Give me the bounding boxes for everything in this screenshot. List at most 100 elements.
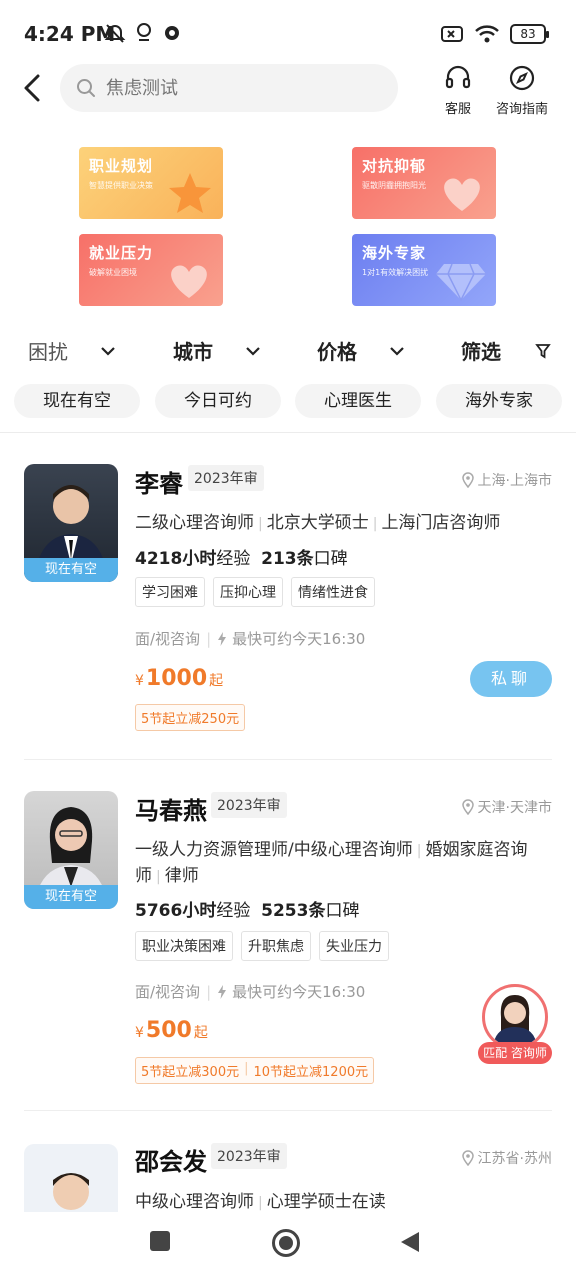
discount-text: 10节起立减1200元 xyxy=(253,1065,369,1080)
chevron-down-icon xyxy=(390,346,404,356)
chip-overseas[interactable]: 海外专家 xyxy=(436,384,562,418)
counselor-name: 李睿 xyxy=(135,470,183,498)
headset-icon xyxy=(445,65,471,89)
location-pin-icon xyxy=(461,1150,474,1166)
discount-text: 5节起立减300元 xyxy=(141,1065,240,1080)
banner-overseas-experts[interactable]: 海外专家 1对1有效解决困扰 xyxy=(352,234,496,306)
banner-career-planning[interactable]: 职业规划 智慧提供职业决策 xyxy=(79,147,223,219)
availability-badge: 现在有空 xyxy=(24,885,118,909)
price-suffix: 起 xyxy=(209,673,224,689)
filter-label: 城市 xyxy=(173,340,213,364)
circle-icon xyxy=(272,1229,300,1257)
chip-available-now[interactable]: 现在有空 xyxy=(14,384,140,418)
system-nav-bar xyxy=(0,1212,576,1280)
consult-guide-label: 咨询指南 xyxy=(496,102,549,117)
qualification: 一级人力资源管理师/中级心理咨询师 xyxy=(135,840,413,860)
avatar xyxy=(24,1144,118,1212)
filter-label: 困扰 xyxy=(28,340,68,364)
reviews-value: 5253条 xyxy=(261,901,326,921)
chip-today[interactable]: 今日可约 xyxy=(155,384,281,418)
location-icon xyxy=(137,23,151,41)
star-icon xyxy=(169,173,211,213)
consult-mode: 面/视咨询 | 最快可约今天16:30 xyxy=(135,982,366,1002)
tag: 职业决策困难 xyxy=(135,931,233,961)
filter-label: 筛选 xyxy=(461,340,501,364)
home-button[interactable] xyxy=(271,1228,301,1262)
mode-text: 面/视咨询 xyxy=(135,630,201,648)
stats: 4218小时经验 213条口碑 xyxy=(135,544,348,569)
counselor-card[interactable]: 现在有空 李睿 2023年审 上海·上海市 二级心理咨询师 | 北京大学硕士 | 上海门… xyxy=(0,440,576,760)
tag: 失业压力 xyxy=(319,931,389,961)
counselor-card[interactable]: 邵会发 2023年审 江苏省·苏州 中级心理咨询师 | 心理学硕士在读 xyxy=(0,1118,576,1212)
location-text: 江苏省·苏州 xyxy=(477,1151,552,1167)
search-bar[interactable] xyxy=(60,64,398,112)
tag: 升职焦虑 xyxy=(241,931,311,961)
hours-value: 5766小时 xyxy=(135,901,217,921)
availability-badge: 现在有空 xyxy=(24,558,118,582)
tag: 学习困难 xyxy=(135,577,205,607)
avatar: 现在有空 xyxy=(24,791,118,909)
qualification: 北京大学硕士 xyxy=(266,513,369,533)
customer-service-button[interactable]: 客服 xyxy=(444,64,472,117)
lightning-icon xyxy=(218,984,227,999)
filter-price[interactable]: 价格 xyxy=(317,336,405,365)
back-nav-button[interactable] xyxy=(399,1230,421,1258)
sim-off-icon xyxy=(441,26,463,42)
reviews-label: 口碑 xyxy=(313,549,348,569)
consultant-avatar xyxy=(482,984,548,1050)
consult-guide-button[interactable]: 咨询指南 xyxy=(496,64,548,117)
mode-text: 面/视咨询 xyxy=(135,983,201,1001)
battery-indicator: 83 xyxy=(510,24,549,44)
chevron-down-icon xyxy=(101,346,115,356)
private-chat-button[interactable]: 私聊 xyxy=(470,661,552,697)
triangle-back-icon xyxy=(401,1232,419,1252)
price-value: 1000 xyxy=(145,666,208,691)
avatar: 现在有空 xyxy=(24,464,118,582)
recent-apps-button[interactable] xyxy=(149,1230,171,1256)
hours-value: 4218小时 xyxy=(135,549,217,569)
tags: 学习困难 压抑心理 情绪性进食 xyxy=(135,577,375,607)
qualification: 中级心理咨询师 xyxy=(135,1192,254,1212)
filter-label: 价格 xyxy=(317,340,357,364)
search-icon xyxy=(77,79,95,97)
qualifications: 二级心理咨询师 | 北京大学硕士 | 上海门店咨询师 xyxy=(135,513,501,533)
discount-badge: 5节起立减300元 | 10节起立减1200元 xyxy=(135,1057,375,1084)
filter-screen[interactable]: 筛选 xyxy=(461,336,551,365)
price-value: 500 xyxy=(145,1018,192,1043)
divider xyxy=(24,759,552,760)
diamond-icon xyxy=(436,263,486,302)
portrait-image xyxy=(493,995,537,1047)
quick-filter-chips: 现在有空 今日可约 心理医生 海外专家 xyxy=(0,384,576,420)
heart-hand-icon xyxy=(171,265,207,298)
banner-fight-depression[interactable]: 对抗抑郁 驱散阴霾拥抱阳光 xyxy=(352,147,496,219)
price-symbol: ¥ xyxy=(135,673,144,689)
chevron-left-icon xyxy=(24,74,40,102)
banner-employment-pressure[interactable]: 就业压力 破解就业困境 xyxy=(79,234,223,306)
compass-icon xyxy=(509,65,535,91)
counselor-name: 马春燕 xyxy=(135,797,207,825)
reviews-value: 213条 xyxy=(261,549,314,569)
qualifications: 一级人力资源管理师/中级心理咨询师 | 婚姻家庭咨询师 | 律师 xyxy=(135,840,528,886)
chip-psychiatrist[interactable]: 心理医生 xyxy=(295,384,421,418)
back-button[interactable] xyxy=(14,70,50,106)
match-consultant-floating-button[interactable]: 匹配 咨询师 xyxy=(478,984,552,1066)
filter-trouble[interactable]: 困扰 xyxy=(28,336,116,365)
float-consult-label: 匹配 咨询师 xyxy=(478,1042,552,1064)
price: ¥1000 起 xyxy=(135,666,223,691)
location: 天津·天津市 xyxy=(461,797,552,817)
stats: 5766小时经验 5253条口碑 xyxy=(135,896,359,921)
qualification: 律师 xyxy=(164,866,199,886)
consult-mode: 面/视咨询 | 最快可约今天16:30 xyxy=(135,629,366,649)
qualification: 上海门店咨询师 xyxy=(381,513,501,533)
divider xyxy=(24,1110,552,1111)
reviews-label: 口碑 xyxy=(325,901,360,921)
qualification: 心理学硕士在读 xyxy=(266,1192,386,1212)
location-text: 上海·上海市 xyxy=(477,473,552,489)
heart-hand-icon xyxy=(444,178,480,211)
filter-city[interactable]: 城市 xyxy=(173,336,261,365)
search-input[interactable] xyxy=(106,77,356,99)
customer-service-label: 客服 xyxy=(444,102,471,117)
counselor-name: 邵会发 xyxy=(135,1148,207,1176)
status-time: 4:24 PM xyxy=(24,22,116,46)
hours-label: 经验 xyxy=(216,549,251,569)
